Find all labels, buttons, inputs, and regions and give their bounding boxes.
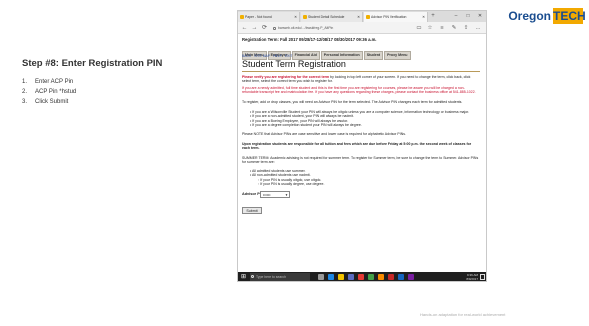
divider [242,71,480,72]
web-note-icon[interactable]: ✎ [449,23,459,33]
taskbar-clock[interactable]: 9:36 AM 8/9/2017 [466,273,478,281]
link-help[interactable]: HELP [273,54,282,58]
notifications-icon[interactable] [480,274,485,280]
app-icon[interactable] [388,274,394,280]
explorer-app-icon[interactable] [338,274,344,280]
more-icon[interactable]: … [473,23,483,33]
page-icon [366,15,370,19]
link-site-map[interactable]: SITE MAP [254,54,270,58]
menu-student[interactable]: Student [363,51,384,60]
page-title: Student Term Registration [242,59,346,69]
lock-icon [273,26,276,30]
step-item: 1. Enter ACP Pin [22,79,74,85]
verify-term-text: Please verify you are registering for th… [242,75,471,84]
intro-text: To register, add or drop classes, you wi… [242,100,463,104]
step-item: 2. ACP Pin *hstud [22,89,77,95]
tab-bar: Paper - Not found ✕ Student Detail Schedu… [238,11,486,22]
close-tab-icon[interactable]: ✕ [357,12,360,22]
share-icon[interactable]: ⇪ [461,23,471,33]
new-tab-button[interactable]: + [429,11,437,22]
app-icon[interactable] [398,274,404,280]
close-tab-icon[interactable]: ✕ [294,12,297,22]
tuition-notice: Upon registration students are responsib… [242,142,472,151]
link-back[interactable]: BACK [242,54,251,58]
page-icon [303,15,307,19]
favorite-star-icon[interactable]: ☆ [425,23,435,33]
tab-advisor-pin[interactable]: Advisor PIN Verification ✕ [364,12,428,22]
page-icon [240,15,244,19]
footer-note: Hands-on adaptation for real-world achie… [420,312,506,317]
app-icon[interactable] [358,274,364,280]
app-icon[interactable] [408,274,414,280]
app-icon[interactable] [368,274,374,280]
search-icon [251,275,254,278]
forward-arrow-icon[interactable]: → [250,23,259,33]
hub-icon[interactable]: ≡ [437,23,447,33]
submit-button[interactable]: Submit [242,207,262,214]
back-arrow-icon[interactable]: ← [240,23,249,33]
tab-schedule[interactable]: Student Detail Schedule ✕ [301,12,363,22]
page-content: Registration Term: Fall 2017 09/28/17-12… [238,35,486,272]
summer-bullet-list: All admitted students use summer. All no… [250,169,478,178]
advisor-pin-input[interactable]: •••••• ▼ [260,191,290,198]
step-item: 3. Click Submit [22,99,69,105]
registration-term-header: Registration Term: Fall 2017 09/28/17-12… [242,37,377,42]
summer-term-text: SUMMER TERM: Academic advising is not re… [242,156,479,165]
step-title: Step #8: Enter Registration PIN [22,58,163,69]
list-item: If you are a degree completion student y… [250,123,478,127]
link-exit[interactable]: EXIT [285,54,293,58]
logo-tag: TECH [553,8,586,24]
url-field[interactable]: banweb.oit.edu/.../bwskfreg.P_AltPin [273,24,403,32]
list-item: All non-admitted students use nadmit. [250,173,478,177]
menu-proxy-menu[interactable]: Proxy Menu [384,51,411,60]
app-icon[interactable] [378,274,384,280]
browser-screenshot: Paper - Not found ✕ Student Detail Schedu… [237,10,487,282]
store-app-icon[interactable] [348,274,354,280]
pin-bullet-list: If you are a Wilsonville Student your PI… [250,110,478,127]
utility-links: BACK SITE MAP HELP EXIT [242,54,295,58]
taskbar-search-input[interactable]: Type here to search [250,273,310,281]
maximize-button[interactable]: □ [462,11,474,22]
close-tab-icon[interactable]: ✕ [422,12,425,22]
refresh-icon[interactable]: ⟳ [260,23,269,33]
minimize-button[interactable]: – [450,11,462,22]
tab-paper[interactable]: Paper - Not found ✕ [238,12,300,22]
task-view-icon[interactable] [318,274,324,280]
edge-app-icon[interactable] [328,274,334,280]
summer-sub-list: If your PIN is usually oitgdc, use oitgd… [258,178,478,187]
close-window-button[interactable]: ✕ [474,11,486,22]
address-bar: ← → ⟳ banweb.oit.edu/.../bwskfreg.P_AltP… [238,22,486,34]
windows-start-icon[interactable]: ⊞ [241,274,247,280]
logo-brand: Oregon [508,9,551,23]
oregon-tech-logo: Oregon TECH [507,8,586,24]
reading-view-icon[interactable]: ▭ [414,23,424,33]
chevron-down-icon: ▼ [285,193,288,197]
windows-taskbar: ⊞ Type here to search 9:36 AM 8/9/2017 [238,272,486,281]
list-item: If your PIN is usually degree, use degre… [258,182,478,186]
case-sensitive-note: Please NOTE that Advisor PINs are case s… [242,132,406,136]
main-menu-bar: Main Menu Employee Financial Aid Personal I… [242,43,412,60]
newly-admitted-text: If you are a newly admitted, full time s… [242,86,476,95]
step-list: 1. Enter ACP Pin 2. ACP Pin *hstud 3. Click… [22,77,232,107]
